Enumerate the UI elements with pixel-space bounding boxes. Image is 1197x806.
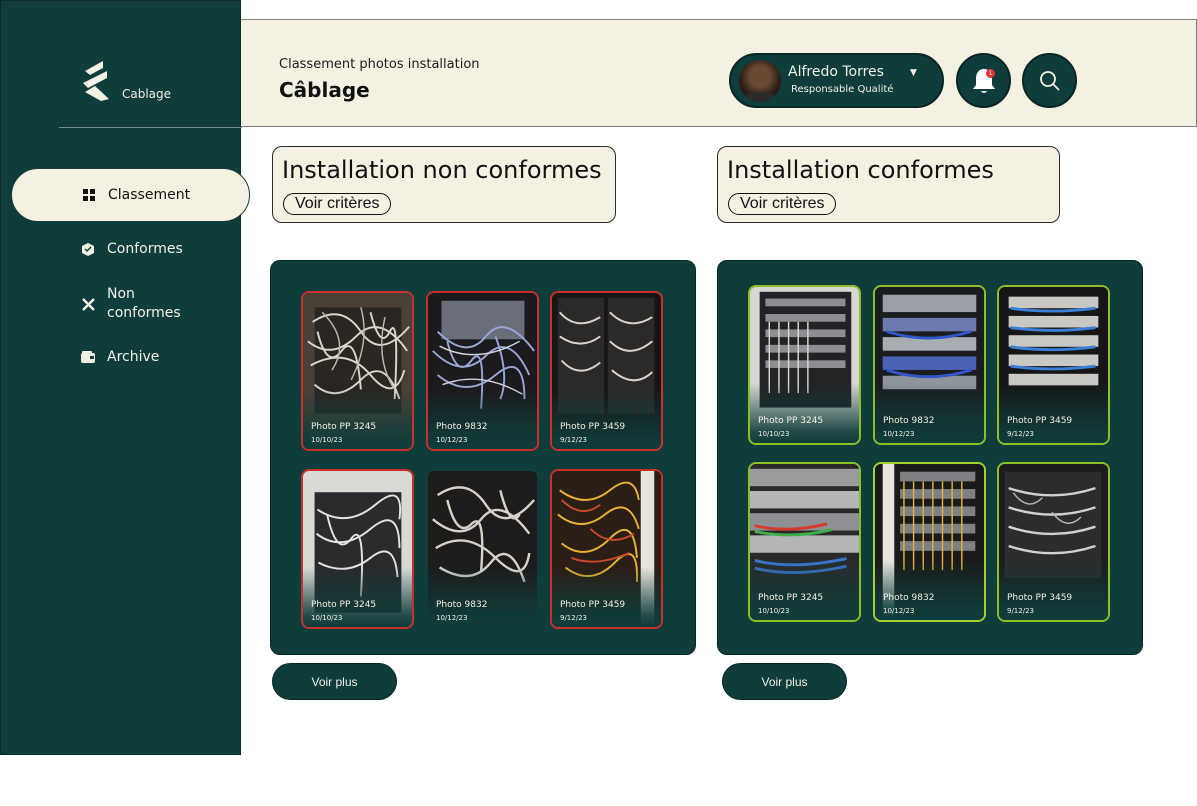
gallery-conformes: Photo PP 3245 10/10/23 Photo 9832 10/12/…: [717, 260, 1143, 655]
photo-date: 10/12/23: [883, 607, 915, 615]
logo-icon: [83, 61, 109, 101]
page-title: Câblage: [279, 78, 370, 102]
photo-name: Photo PP 3459: [1007, 416, 1073, 426]
photo-name: Photo PP 3245: [311, 422, 377, 432]
photo-date: 9/12/23: [560, 614, 587, 622]
photo-date: 10/12/23: [883, 430, 915, 438]
sidebar-item-label: Archive: [107, 348, 160, 365]
photo-card[interactable]: Photo PP 3459 9/12/23: [550, 469, 663, 629]
user-role: Responsable Qualité: [791, 84, 894, 95]
avatar: [739, 60, 781, 102]
photo-name: Photo PP 3245: [758, 416, 824, 426]
search-button[interactable]: [1022, 53, 1077, 108]
photo-date: 9/12/23: [1007, 430, 1034, 438]
photo-card[interactable]: Photo 9832 10/12/23: [426, 291, 539, 451]
photo-date: 10/10/23: [311, 436, 343, 444]
photo-name: Photo 9832: [883, 593, 935, 603]
photo-card[interactable]: Photo PP 3459 9/12/23: [997, 462, 1110, 622]
photo-name: Photo PP 3245: [311, 600, 377, 610]
photo-card[interactable]: Photo PP 3245 10/10/23: [748, 285, 861, 445]
user-menu[interactable]: Alfredo Torres Responsable Qualité ▼: [729, 53, 944, 108]
photo-card[interactable]: Photo 9832 10/12/23: [426, 469, 539, 629]
photo-name: Photo 9832: [436, 600, 488, 610]
photo-card[interactable]: Photo PP 3459 9/12/23: [550, 291, 663, 451]
category-title: Installation non conformes: [282, 156, 602, 184]
gallery-non-conformes: Photo PP 3245 10/10/23 Photo 9832 10/12/…: [270, 260, 696, 655]
photo-name: Photo 9832: [436, 422, 488, 432]
page-subtitle: Classement photos installation: [279, 57, 480, 72]
wallet-icon: [81, 350, 95, 364]
view-criteria-button[interactable]: Voir critères: [728, 193, 837, 215]
photo-date: 10/12/23: [436, 436, 468, 444]
photo-date: 9/12/23: [560, 436, 587, 444]
photo-name: Photo PP 3245: [758, 593, 824, 603]
sidebar-item-non-conformes[interactable]: Non conformes: [11, 284, 250, 324]
photo-card[interactable]: Photo PP 3245 10/10/23: [748, 462, 861, 622]
caret-down-icon: ▼: [910, 68, 917, 78]
photo-date: 10/10/23: [758, 430, 790, 438]
photo-name: Photo PP 3459: [560, 422, 626, 432]
package-check-icon: [81, 242, 95, 256]
photo-date: 10/10/23: [311, 614, 343, 622]
sidebar-divider: [59, 127, 242, 128]
sidebar-item-archive[interactable]: Archive: [11, 347, 250, 367]
photo-name: Photo 9832: [883, 416, 935, 426]
see-more-conformes-button[interactable]: Voir plus: [722, 663, 847, 700]
category-card-conformes: Installation conformes Voir critères: [717, 146, 1060, 223]
photo-card[interactable]: Photo PP 3245 10/10/23: [301, 291, 414, 451]
photo-card[interactable]: Photo 9832 10/12/23: [873, 462, 986, 622]
x-icon: [81, 297, 95, 311]
brand-name: Cablage: [122, 87, 172, 101]
photo-card[interactable]: Photo 9832 10/12/23: [873, 285, 986, 445]
photo-card[interactable]: Photo PP 3459 9/12/23: [997, 285, 1110, 445]
photo-date: 10/10/23: [758, 607, 790, 615]
sidebar-item-conformes[interactable]: Conformes: [11, 239, 250, 259]
photo-date: 9/12/23: [1007, 607, 1034, 615]
photo-card[interactable]: Photo PP 3245 10/10/23: [301, 469, 414, 629]
photo-name: Photo PP 3459: [560, 600, 626, 610]
sidebar-item-classement[interactable]: Classement: [11, 168, 250, 222]
view-criteria-button[interactable]: Voir critères: [283, 193, 392, 215]
app-root: Cablage Classement Conformes Non conform…: [0, 0, 1197, 806]
sidebar-item-label: Conformes: [107, 240, 183, 257]
category-card-non-conformes: Installation non conformes Voir critères: [272, 146, 616, 223]
category-title: Installation conformes: [727, 156, 994, 184]
notification-badge: 1: [986, 69, 995, 78]
sidebar-item-label: Non conformes: [107, 286, 181, 321]
search-icon: [1039, 70, 1060, 91]
grid-icon: [82, 188, 96, 202]
user-name: Alfredo Torres: [788, 64, 884, 80]
sidebar: Cablage Classement Conformes Non conform…: [0, 0, 250, 755]
sidebar-item-label: Classement: [108, 186, 191, 203]
top-header: Classement photos installation Câblage A…: [241, 19, 1197, 127]
photo-name: Photo PP 3459: [1007, 593, 1073, 603]
photo-date: 10/12/23: [436, 614, 468, 622]
see-more-non-conformes-button[interactable]: Voir plus: [272, 663, 397, 700]
notifications-button[interactable]: 1: [956, 53, 1011, 108]
